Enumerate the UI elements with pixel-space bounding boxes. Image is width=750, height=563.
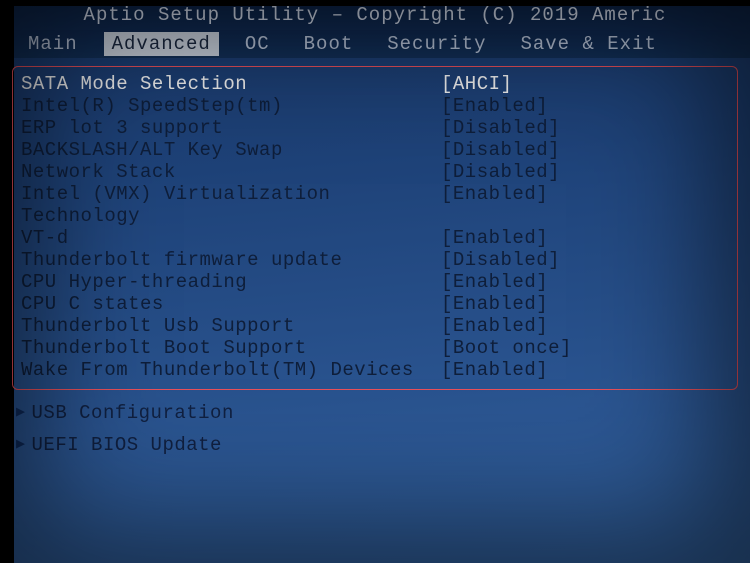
setting-value: [Disabled] bbox=[441, 161, 729, 183]
submenu-uefi-bios-update[interactable]: ▶ UEFI BIOS Update bbox=[16, 430, 738, 460]
setting-erp[interactable]: ERP lot 3 support [Disabled] bbox=[21, 117, 729, 139]
setting-value bbox=[441, 205, 729, 227]
setting-label: Technology bbox=[21, 205, 441, 227]
setting-value: [Enabled] bbox=[441, 183, 729, 205]
bios-screen: Aptio Setup Utility – Copyright (C) 2019… bbox=[0, 0, 750, 563]
tab-main[interactable]: Main bbox=[20, 32, 86, 56]
triangle-right-icon: ▶ bbox=[16, 398, 26, 428]
setting-vtd[interactable]: VT-d [Enabled] bbox=[21, 227, 729, 249]
setting-sata-mode[interactable]: SATA Mode Selection [AHCI] bbox=[21, 73, 729, 95]
setting-tb-boot[interactable]: Thunderbolt Boot Support [Boot once] bbox=[21, 337, 729, 359]
setting-vmx-virtualization-line2: Technology bbox=[21, 205, 729, 227]
setting-label: CPU Hyper-threading bbox=[21, 271, 441, 293]
setting-label: SATA Mode Selection bbox=[21, 73, 441, 95]
tab-oc[interactable]: OC bbox=[237, 32, 278, 56]
setting-label: BACKSLASH/ALT Key Swap bbox=[21, 139, 441, 161]
setting-label: Intel (VMX) Virtualization bbox=[21, 183, 441, 205]
setting-thunderbolt-fw[interactable]: Thunderbolt firmware update [Disabled] bbox=[21, 249, 729, 271]
setting-label: CPU C states bbox=[21, 293, 441, 315]
submenu-usb-configuration[interactable]: ▶ USB Configuration bbox=[16, 398, 738, 428]
setting-hyperthreading[interactable]: CPU Hyper-threading [Enabled] bbox=[21, 271, 729, 293]
content-area: SATA Mode Selection [AHCI] Intel(R) Spee… bbox=[0, 58, 750, 468]
edge-top bbox=[0, 0, 750, 6]
setting-value: [Disabled] bbox=[441, 117, 729, 139]
tab-save-exit[interactable]: Save & Exit bbox=[512, 32, 664, 56]
setting-value: [Boot once] bbox=[441, 337, 729, 359]
setting-value: [Enabled] bbox=[441, 359, 729, 381]
triangle-right-icon: ▶ bbox=[16, 430, 26, 460]
setting-wake-tb[interactable]: Wake From Thunderbolt(TM) Devices [Enabl… bbox=[21, 359, 729, 381]
settings-group-highlighted: SATA Mode Selection [AHCI] Intel(R) Spee… bbox=[12, 66, 738, 390]
setting-value: [Enabled] bbox=[441, 95, 729, 117]
setting-label: Thunderbolt Usb Support bbox=[21, 315, 441, 337]
setting-value: [Disabled] bbox=[441, 249, 729, 271]
setting-label: ERP lot 3 support bbox=[21, 117, 441, 139]
setting-label: Thunderbolt Boot Support bbox=[21, 337, 441, 359]
submenu-label: USB Configuration bbox=[32, 398, 234, 428]
setting-c-states[interactable]: CPU C states [Enabled] bbox=[21, 293, 729, 315]
tab-boot[interactable]: Boot bbox=[296, 32, 362, 56]
tab-security[interactable]: Security bbox=[379, 32, 494, 56]
setting-vmx-virtualization[interactable]: Intel (VMX) Virtualization [Enabled] bbox=[21, 183, 729, 205]
setting-value: [Enabled] bbox=[441, 227, 729, 249]
setting-tb-usb[interactable]: Thunderbolt Usb Support [Enabled] bbox=[21, 315, 729, 337]
tab-bar: Main Advanced OC Boot Security Save & Ex… bbox=[0, 30, 750, 58]
setting-label: Thunderbolt firmware update bbox=[21, 249, 441, 271]
setting-value: [Enabled] bbox=[441, 293, 729, 315]
setting-value: [Disabled] bbox=[441, 139, 729, 161]
setting-label: VT-d bbox=[21, 227, 441, 249]
setting-network-stack[interactable]: Network Stack [Disabled] bbox=[21, 161, 729, 183]
tab-advanced[interactable]: Advanced bbox=[104, 32, 219, 56]
setting-label: Intel(R) SpeedStep(tm) bbox=[21, 95, 441, 117]
setting-value: [Enabled] bbox=[441, 271, 729, 293]
setting-speedstep[interactable]: Intel(R) SpeedStep(tm) [Enabled] bbox=[21, 95, 729, 117]
setting-backslash-alt[interactable]: BACKSLASH/ALT Key Swap [Disabled] bbox=[21, 139, 729, 161]
setting-value: [Enabled] bbox=[441, 315, 729, 337]
setting-label: Network Stack bbox=[21, 161, 441, 183]
setting-value: [AHCI] bbox=[441, 73, 729, 95]
submenu-label: UEFI BIOS Update bbox=[32, 430, 222, 460]
setting-label: Wake From Thunderbolt(TM) Devices bbox=[21, 359, 441, 381]
